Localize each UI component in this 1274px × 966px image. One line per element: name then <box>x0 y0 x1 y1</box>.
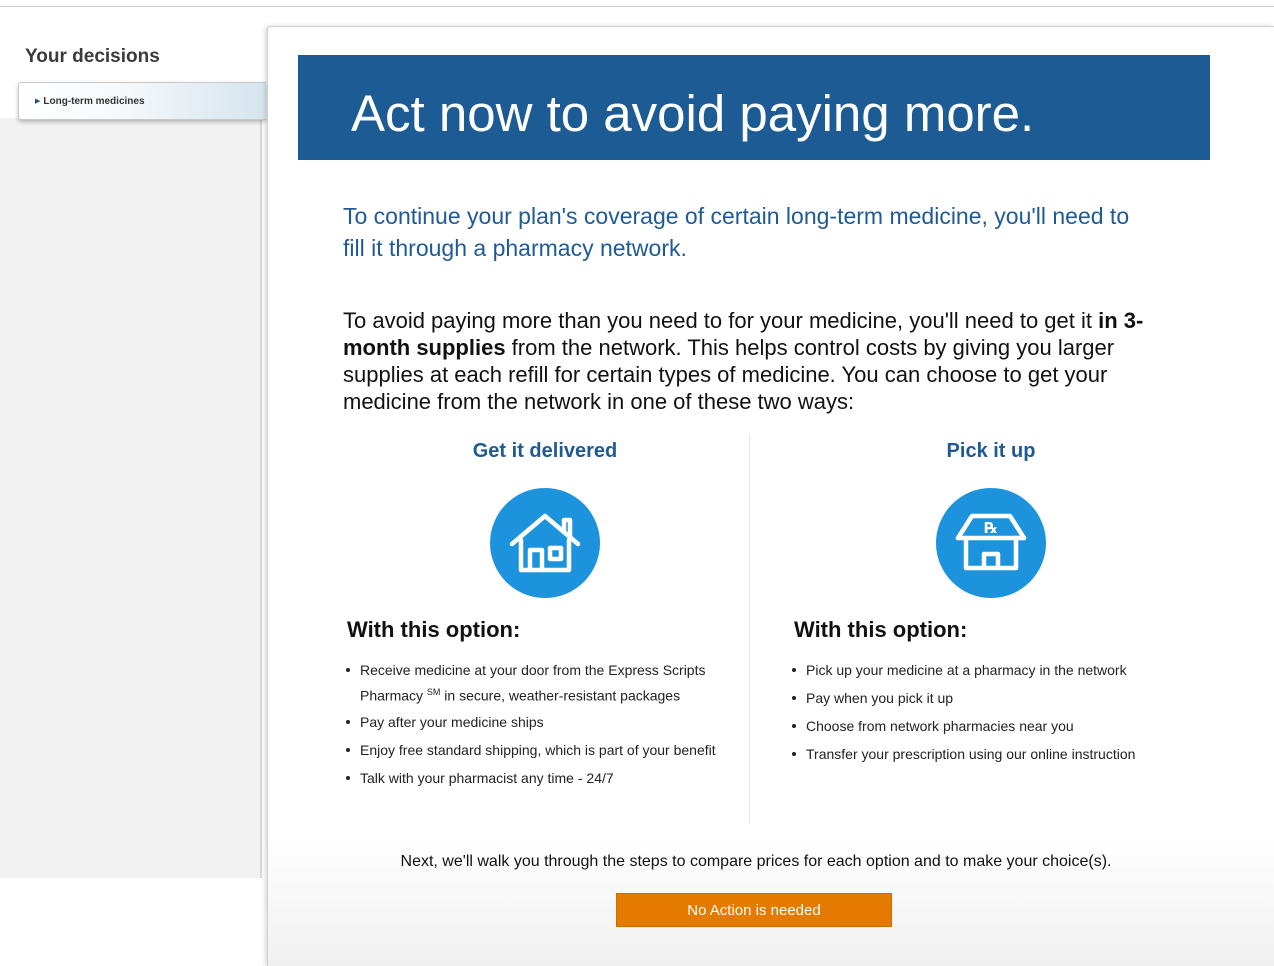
list-item: Pay after your medicine ships <box>344 711 744 733</box>
main-panel <box>267 26 1274 966</box>
no-action-needed-button[interactable]: No Action is needed <box>616 893 892 927</box>
banner-title: Act now to avoid paying more. <box>351 85 1035 142</box>
sidebar-title: Your decisions <box>25 46 160 67</box>
next-steps-text: Next, we'll walk you through the steps t… <box>400 853 1112 870</box>
list-item: Choose from network pharmacies near you <box>790 715 1210 737</box>
bullet-text-tail: in secure, weather-resistant packages <box>440 687 681 704</box>
rx-symbol: ℞ <box>984 519 997 537</box>
sidebar-item-long-term-medicines[interactable]: ▶ Long-term medicines <box>18 82 266 120</box>
list-item: Enjoy free standard shipping, which is p… <box>344 739 744 761</box>
banner: Act now to avoid paying more. <box>298 55 1210 160</box>
list-item: Receive medicine at your door from the E… <box>344 659 744 707</box>
triangle-right-icon: ▶ <box>35 98 41 105</box>
pharmacy-store-icon: ℞ <box>936 488 1046 598</box>
list-item: Transfer your prescription using our onl… <box>790 743 1210 765</box>
list-item: Pick up your medicine at a pharmacy in t… <box>790 659 1210 681</box>
sidebar-background <box>0 118 262 878</box>
option-pickup-title: Pick it up <box>946 440 1036 462</box>
list-item: Talk with your pharmacist any time - 24/… <box>344 767 744 789</box>
option-delivered-subtitle: With this option: <box>347 617 521 642</box>
sidebar: Your decisions ▶ Long-term medicines <box>0 0 270 966</box>
body-text-part-1: To avoid paying more than you need to fo… <box>343 308 1099 333</box>
sidebar-item-label: Long-term medicines <box>43 95 145 107</box>
lead-text: To continue your plan's coverage of cert… <box>343 203 1130 261</box>
service-mark: SM <box>426 687 441 697</box>
option-pickup-bullets: Pick up your medicine at a pharmacy in t… <box>790 659 1210 771</box>
option-pickup-subtitle: With this option: <box>794 617 968 642</box>
house-icon <box>490 488 600 598</box>
option-delivered-bullets: Receive medicine at your door from the E… <box>344 659 744 795</box>
body-text: To avoid paying more than you need to fo… <box>343 307 1173 415</box>
column-divider <box>749 434 750 824</box>
option-delivered-title: Get it delivered <box>472 440 618 462</box>
list-item: Pay when you pick it up <box>790 687 1210 709</box>
